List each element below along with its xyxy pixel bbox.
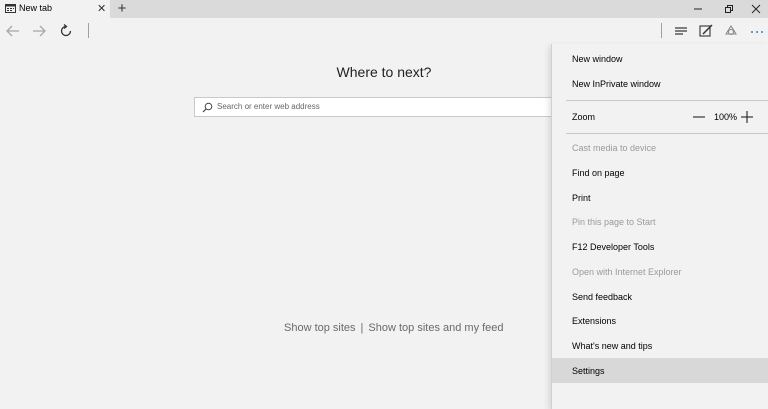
close-window-button[interactable]	[742, 0, 768, 18]
link-separator: |	[360, 322, 364, 334]
menu-item-whats-new[interactable]: What's new and tips	[552, 333, 768, 358]
search-icon	[202, 102, 213, 113]
more-actions-menu: New window New InPrivate window Zoom 100…	[551, 44, 768, 409]
zoom-level: 100%	[714, 112, 738, 122]
menu-item-new-window[interactable]: New window	[552, 46, 768, 71]
minimize-icon	[694, 8, 702, 10]
zoom-out-icon[interactable]	[692, 110, 706, 124]
menu-item-zoom: Zoom 100%	[552, 104, 768, 129]
forward-arrow-icon[interactable]	[30, 22, 48, 40]
menu-item-find-on-page[interactable]: Find on page	[552, 160, 768, 185]
menu-item-label: Print	[572, 193, 591, 203]
menu-item-open-with-ie: Open with Internet Explorer	[552, 259, 768, 284]
close-icon	[751, 4, 761, 14]
hub-icon[interactable]	[672, 22, 690, 40]
menu-item-developer-tools[interactable]: F12 Developer Tools	[552, 234, 768, 259]
new-tab-button[interactable]: +	[114, 0, 130, 18]
refresh-icon[interactable]	[57, 22, 75, 40]
tab-title: New tab	[19, 3, 53, 13]
menu-item-label: Send feedback	[572, 292, 633, 302]
menu-item-label: F12 Developer Tools	[572, 242, 655, 252]
toolbar-divider	[661, 23, 662, 38]
zoom-in-icon[interactable]	[740, 110, 754, 124]
menu-item-new-inprivate-window[interactable]: New InPrivate window	[552, 71, 768, 96]
menu-item-print[interactable]: Print	[552, 185, 768, 210]
close-tab-icon[interactable]: ✕	[97, 2, 106, 16]
back-arrow-icon[interactable]	[4, 22, 22, 40]
tab-icon	[5, 4, 16, 13]
menu-item-label: Open with Internet Explorer	[572, 267, 682, 277]
more-icon[interactable]	[748, 22, 766, 40]
navigation-toolbar	[0, 18, 768, 44]
menu-item-pin-to-start: Pin this page to Start	[552, 209, 768, 234]
search-input[interactable]: Search or enter web address	[217, 102, 320, 111]
menu-item-label: Settings	[572, 366, 605, 376]
zoom-label: Zoom	[572, 112, 596, 122]
menu-item-label: New window	[572, 54, 623, 64]
web-note-icon[interactable]	[697, 22, 715, 40]
top-sites-options: Show top sites | Show top sites and my fee…	[284, 322, 504, 334]
menu-item-label: New InPrivate window	[572, 79, 661, 89]
minimize-button[interactable]	[684, 0, 712, 18]
share-icon[interactable]	[722, 22, 740, 40]
menu-item-label: Pin this page to Start	[572, 217, 656, 227]
restore-button[interactable]	[715, 0, 743, 18]
menu-item-extensions[interactable]: Extensions	[552, 308, 768, 333]
menu-item-settings[interactable]: Settings	[552, 358, 768, 383]
menu-divider	[566, 133, 768, 134]
menu-item-send-feedback[interactable]: Send feedback	[552, 284, 768, 309]
tab-bar: New tab ✕ +	[0, 0, 768, 18]
menu-item-label: Cast media to device	[572, 143, 657, 153]
menu-item-label: Extensions	[572, 316, 617, 326]
toolbar-divider	[88, 23, 89, 38]
show-top-sites-feed-link[interactable]: Show top sites and my feed	[368, 322, 503, 334]
show-top-sites-link[interactable]: Show top sites	[284, 322, 356, 334]
menu-item-label: Find on page	[572, 168, 625, 178]
restore-icon	[725, 5, 733, 13]
address-search-box[interactable]: Search or enter web address	[194, 97, 563, 117]
tab-new-tab[interactable]: New tab ✕	[0, 0, 110, 18]
menu-divider	[566, 100, 768, 101]
menu-item-label: What's new and tips	[572, 341, 653, 351]
menu-item-cast-media: Cast media to device	[552, 135, 768, 160]
